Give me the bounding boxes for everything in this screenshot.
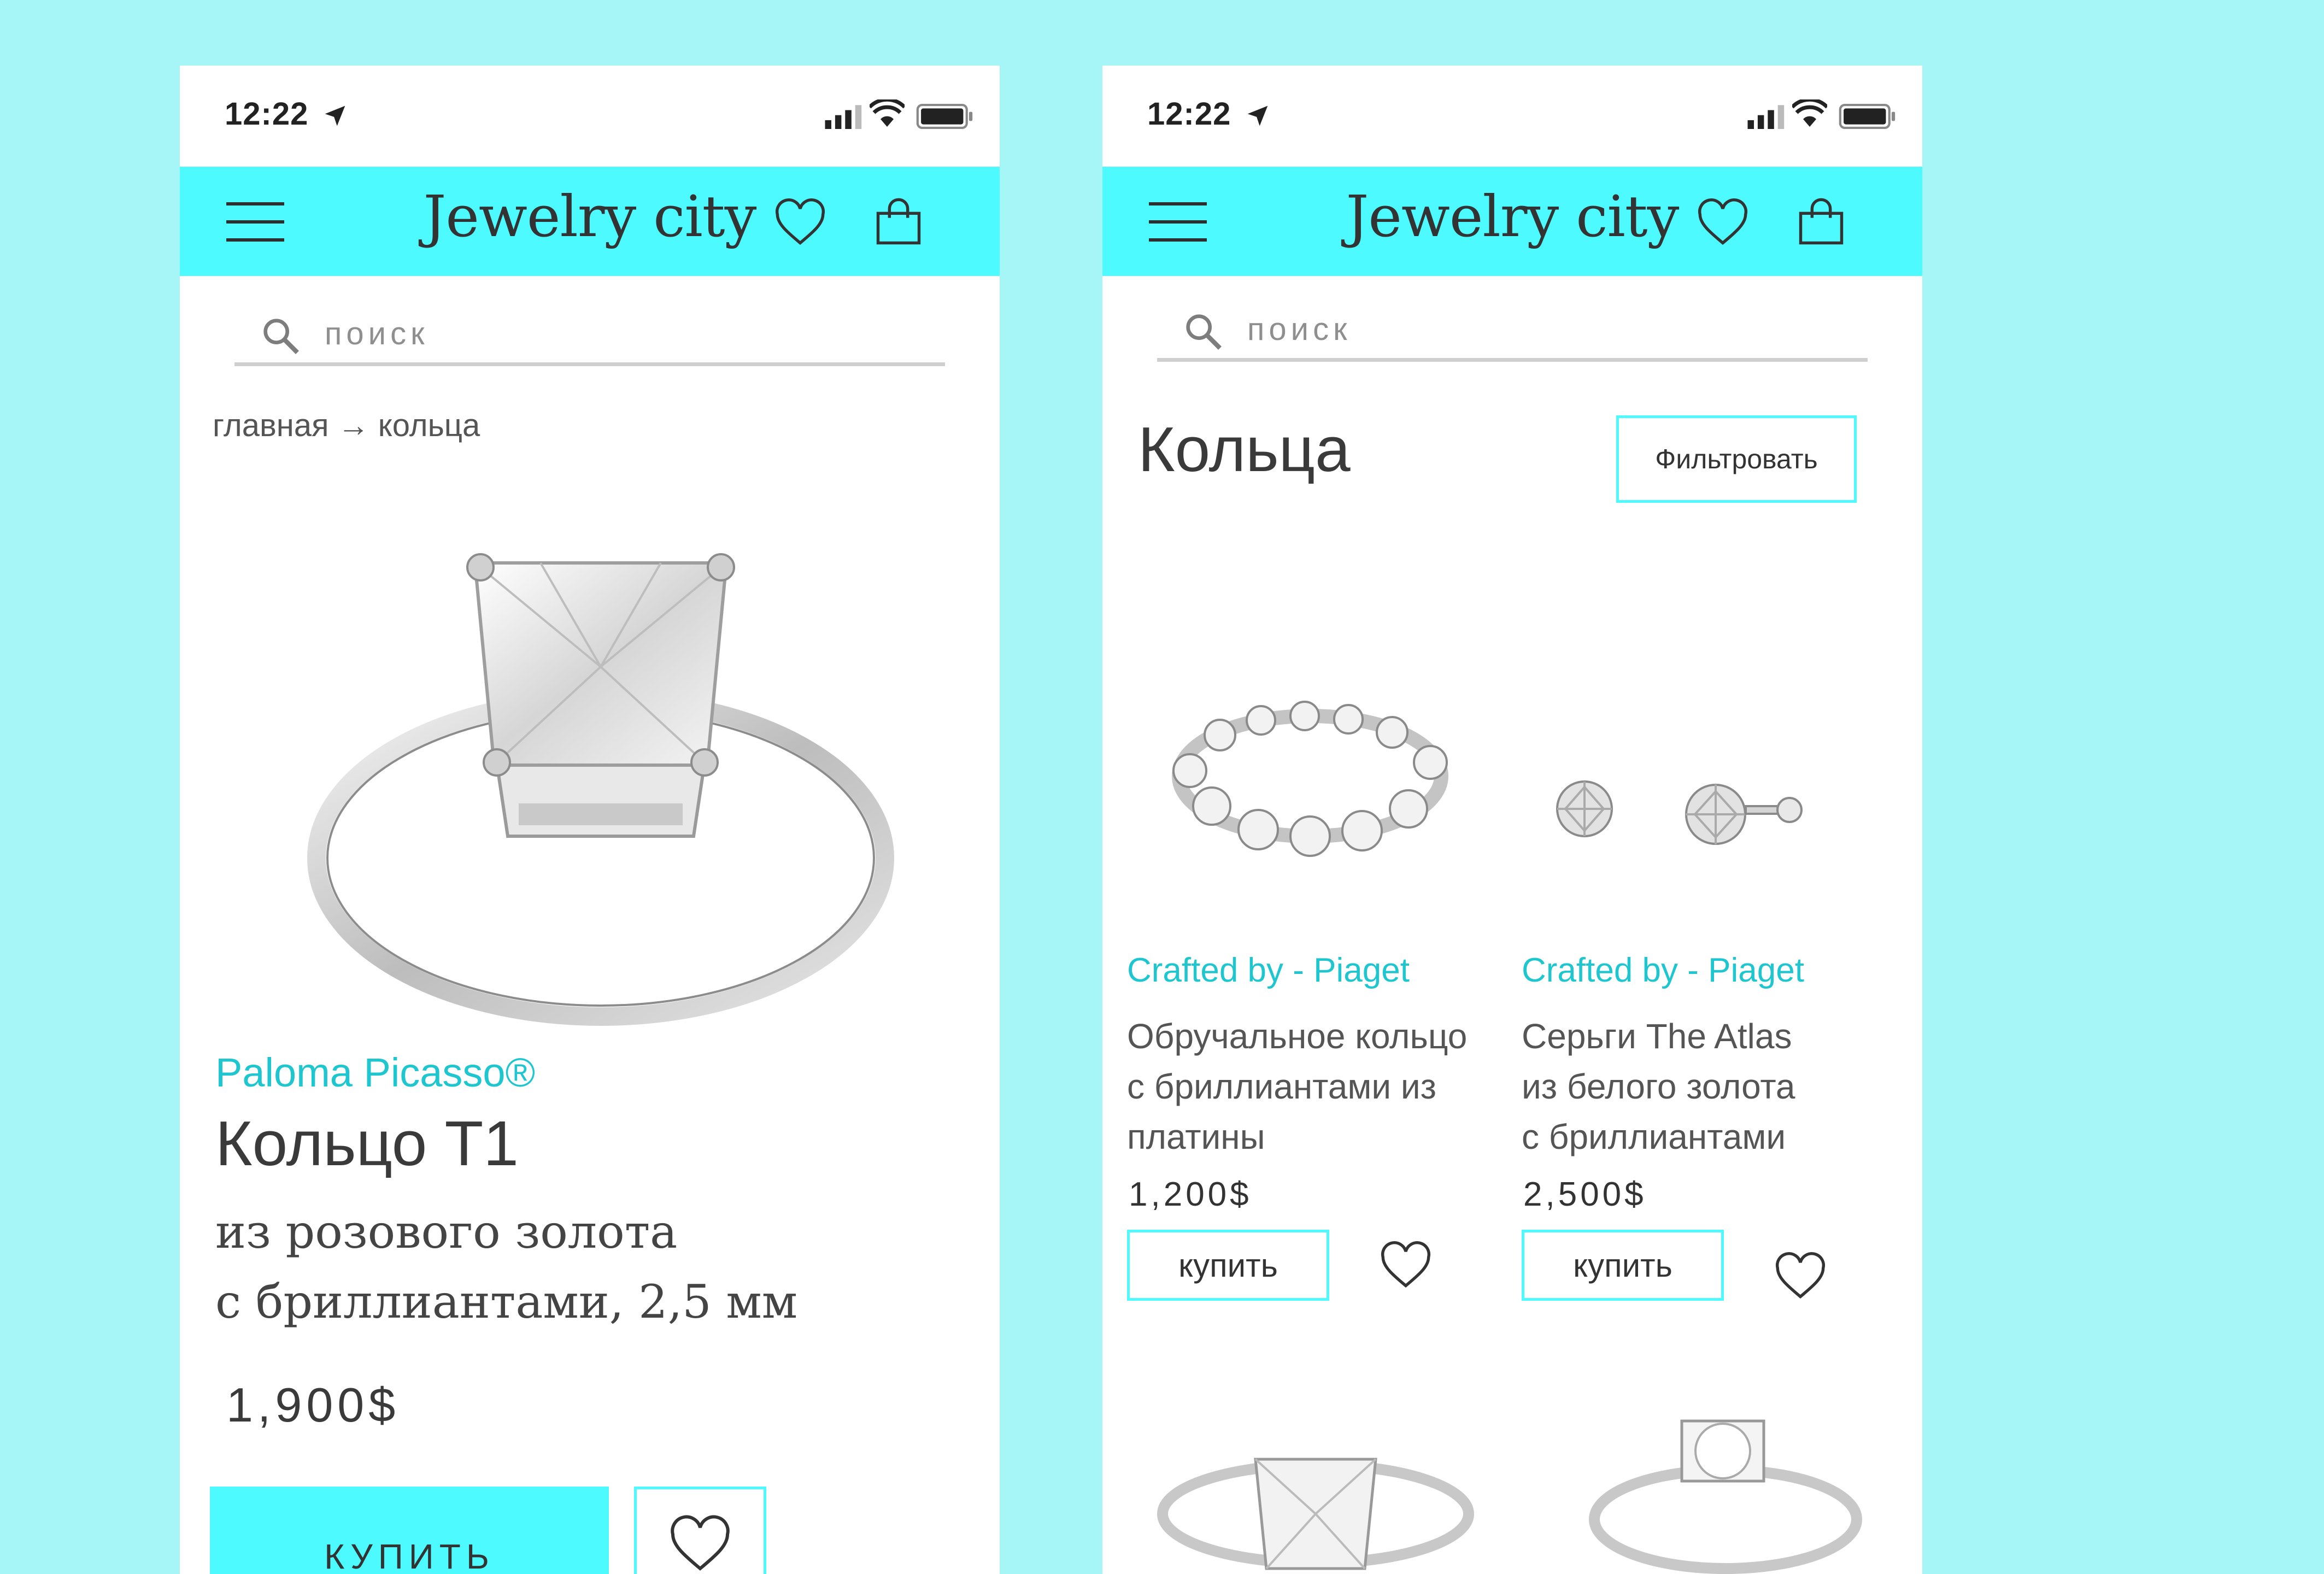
- catalog-page-screen: 12:22 Jewelry city Кольца Фильтровать C: [1102, 66, 1922, 1574]
- product-image: [1172, 701, 1448, 857]
- add-to-favorites-button[interactable]: [634, 1487, 766, 1574]
- status-bar: 12:22: [180, 66, 1000, 167]
- status-bar: 12:22: [1102, 66, 1922, 167]
- product-brand-link[interactable]: Paloma Picasso®: [215, 1049, 535, 1096]
- product-subtitle: из розового золота с бриллиантами, 2,5 м…: [215, 1197, 926, 1337]
- search-bar: [234, 306, 945, 366]
- wifi-icon: [870, 99, 905, 127]
- signal-icon: [1747, 105, 1785, 129]
- product-name-line: Серьги The Atlas: [1522, 1017, 1792, 1056]
- search-input[interactable]: [325, 312, 926, 355]
- status-time: 12:22: [225, 96, 309, 132]
- favorites-heart-icon[interactable]: [773, 195, 828, 250]
- product-page-screen: 12:22 Jewelry city главная → кольца: [180, 66, 1000, 1574]
- product-card[interactable]: Crafted by - Piaget Серьги The Atlas из …: [1497, 629, 1880, 1339]
- search-bar: [1157, 302, 1868, 362]
- buy-button[interactable]: купить: [1522, 1230, 1724, 1301]
- product-card[interactable]: Crafted by - Piaget Обручальное кольцо с…: [1102, 629, 1485, 1339]
- product-subtitle-line: с бриллиантами, 2,5 мм: [215, 1275, 798, 1329]
- product-price: 1,200$: [1129, 1176, 1252, 1213]
- search-input[interactable]: [1247, 307, 1848, 351]
- product-image: [1556, 780, 1803, 845]
- product-brand-link[interactable]: Crafted by - Piaget: [1522, 951, 1804, 990]
- status-time: 12:22: [1147, 96, 1231, 132]
- battery-icon: [916, 104, 973, 129]
- product-name-line: Обручальное кольцо: [1127, 1017, 1468, 1056]
- shopping-bag-icon[interactable]: [1794, 195, 1848, 250]
- product-subtitle-line: из розового золота: [215, 1205, 678, 1259]
- buy-button[interactable]: КУПИТЬ: [210, 1487, 609, 1574]
- product-name: Серьги The Atlas из белого золота с брил…: [1522, 1011, 1877, 1162]
- product-price: 1,900$: [226, 1378, 400, 1432]
- app-header: Jewelry city: [180, 167, 1000, 276]
- buy-button[interactable]: купить: [1127, 1230, 1329, 1301]
- signal-icon: [825, 105, 862, 129]
- product-name-line: с бриллиантами из: [1127, 1067, 1436, 1106]
- app-header: Jewelry city: [1102, 167, 1922, 276]
- favorites-heart-icon[interactable]: [1695, 195, 1750, 250]
- filter-button[interactable]: Фильтровать: [1616, 415, 1857, 503]
- shopping-bag-icon[interactable]: [871, 195, 926, 250]
- product-price: 2,500$: [1523, 1176, 1647, 1213]
- product-name-line: с бриллиантами: [1522, 1117, 1786, 1156]
- product-name-line: из белого золота: [1522, 1067, 1795, 1106]
- battery-icon: [1839, 104, 1895, 129]
- page-title: Кольца: [1138, 414, 1351, 485]
- heart-icon[interactable]: [1378, 1238, 1433, 1293]
- search-icon: [1186, 314, 1222, 350]
- product-name-line: платины: [1127, 1117, 1265, 1156]
- product-brand-link[interactable]: Crafted by - Piaget: [1127, 951, 1410, 990]
- heart-icon[interactable]: [1773, 1249, 1828, 1303]
- wifi-icon: [1792, 99, 1827, 127]
- product-title: Кольцо Т1: [215, 1108, 519, 1179]
- heart-icon: [671, 1515, 730, 1571]
- product-name: Обручальное кольцо с бриллиантами из пла…: [1127, 1011, 1482, 1162]
- location-arrow-icon: [1247, 105, 1268, 126]
- location-arrow-icon: [325, 105, 345, 126]
- search-icon: [263, 319, 299, 354]
- product-image: [1589, 1419, 1862, 1574]
- product-image: [1157, 1458, 1474, 1570]
